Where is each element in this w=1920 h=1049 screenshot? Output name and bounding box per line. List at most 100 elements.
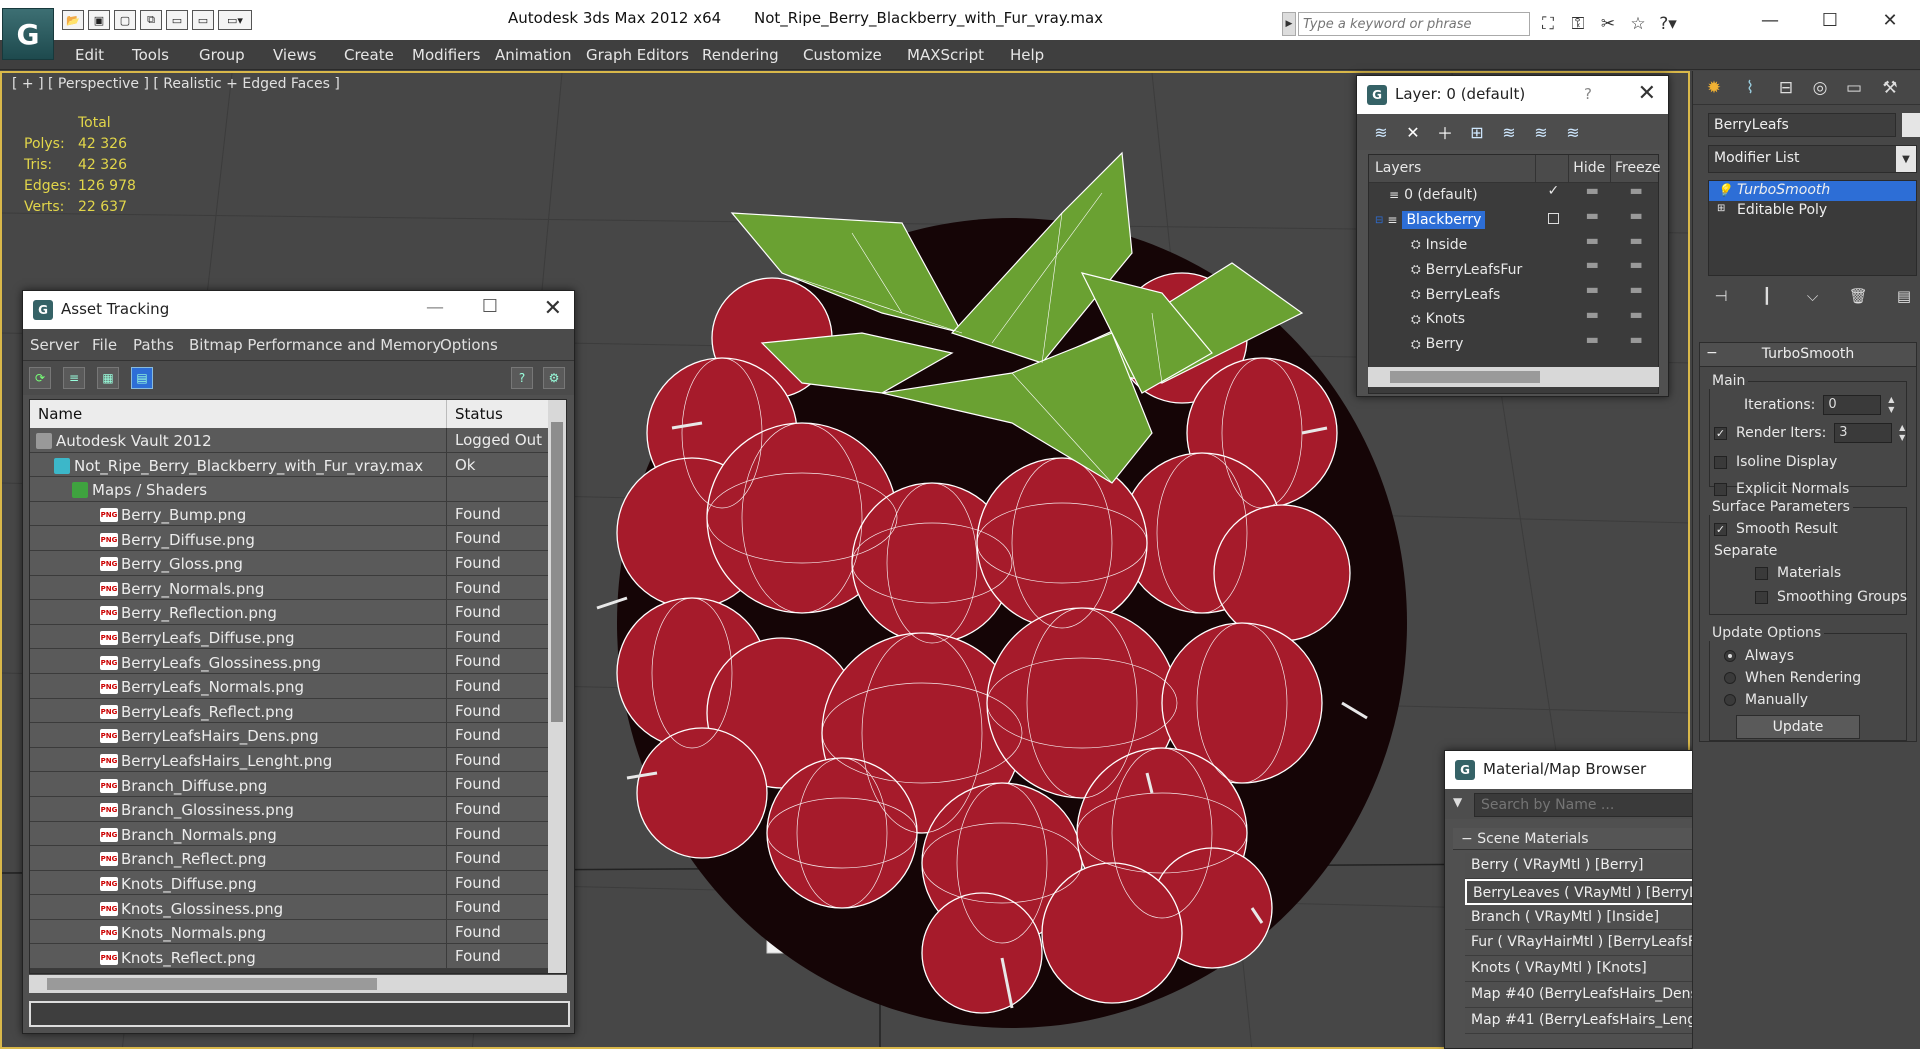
hold-icon[interactable]: ⧉ (140, 10, 162, 30)
table-row[interactable]: PNG BerryLeafsHairs_Lenght.png Found (30, 747, 566, 773)
help-icon[interactable]: ? (1584, 85, 1592, 103)
collapse-icon[interactable]: ⊟ (1375, 215, 1383, 226)
layer-row[interactable]: ⛭ Knots ▬ ▬ (1369, 307, 1658, 332)
column-freeze[interactable]: Freeze (1611, 155, 1661, 182)
menu-rendering[interactable]: Rendering (702, 46, 779, 64)
configure-sets-icon[interactable]: ▤ (1891, 287, 1917, 309)
freeze-toggle[interactable]: ▬ (1614, 307, 1658, 332)
menu-tools[interactable]: Tools (132, 46, 169, 64)
column-layers[interactable]: Layers (1369, 155, 1536, 182)
redo-icon[interactable]: ▭ (192, 10, 214, 30)
hide-toggle[interactable]: ▬ (1570, 282, 1614, 307)
smooth-result-checkbox[interactable]: ✓ (1714, 522, 1727, 536)
collapse-icon[interactable]: − (1461, 831, 1473, 847)
layer-row[interactable]: ⛭ BerryLeafs ▬ ▬ (1369, 282, 1658, 307)
table-row[interactable]: Not_Ripe_Berry_Blackberry_with_Fur_vray.… (30, 452, 566, 478)
infocenter-search-input[interactable] (1298, 12, 1530, 36)
scroll-thumb[interactable] (551, 422, 563, 722)
open-folder-icon[interactable]: 📂 (62, 10, 84, 30)
hierarchy-tab-icon[interactable]: ⊟ (1773, 75, 1799, 101)
expand-icon[interactable]: ⊞ (1717, 203, 1725, 214)
freeze-toggle[interactable]: ▬ (1614, 233, 1658, 258)
hide-toggle[interactable]: ▬ (1570, 233, 1614, 258)
menu-bitmap-performance[interactable]: Bitmap Performance and Memory (189, 336, 441, 354)
always-radio[interactable] (1724, 650, 1736, 662)
hide-all-icon[interactable]: ≋ (1529, 121, 1553, 143)
stack-item-turbosmooth[interactable]: 💡 TurboSmooth (1709, 181, 1916, 201)
freeze-toggle[interactable]: ▬ (1614, 282, 1658, 307)
table-row[interactable]: PNG BerryLeafs_Diffuse.png Found (30, 624, 566, 650)
add-to-layer-icon[interactable]: ＋ (1433, 121, 1457, 143)
menu-help[interactable]: Help (1010, 46, 1044, 64)
freeze-toggle[interactable]: ▬ (1614, 208, 1658, 233)
help-icon[interactable]: ?▾ (1656, 12, 1680, 36)
column-status[interactable]: Status (447, 400, 550, 428)
layer-row[interactable]: ⛭ Inside ▬ ▬ (1369, 233, 1658, 258)
scroll-thumb[interactable] (47, 978, 377, 990)
materials-checkbox[interactable] (1755, 566, 1768, 580)
when-rendering-radio[interactable] (1724, 672, 1736, 684)
table-row[interactable]: PNG BerryLeafsHairs_Dens.png Found (30, 723, 566, 748)
save-icon[interactable]: ▣ (88, 10, 110, 30)
table-row[interactable]: Autodesk Vault 2012 Logged Out ... (30, 428, 566, 453)
table-row[interactable]: PNG BerryLeafs_Reflect.png Found (30, 698, 566, 724)
asset-vertical-scrollbar[interactable] (548, 400, 566, 973)
table-row[interactable]: PNG Branch_Diffuse.png Found (30, 772, 566, 797)
freeze-toggle[interactable]: ▬ (1614, 183, 1658, 208)
highlight-layer-icon[interactable]: ≋ (1497, 121, 1521, 143)
hide-toggle[interactable]: ▬ (1570, 208, 1614, 233)
layer-row[interactable]: ⛭ BerryLeafsFur ▬ ▬ (1369, 257, 1658, 282)
delete-layer-icon[interactable]: ✕ (1401, 121, 1425, 143)
smoothing-groups-checkbox[interactable] (1755, 590, 1768, 604)
refresh-icon[interactable]: ⟳ (29, 367, 51, 389)
list-view-icon[interactable]: ≡ (63, 367, 85, 389)
rollout-header[interactable]: − TurboSmooth (1700, 343, 1916, 367)
show-end-result-icon[interactable]: ┃ (1754, 287, 1780, 309)
project-folder-icon[interactable]: ▭▾ (218, 10, 252, 30)
binoculars-icon[interactable]: ⛶ (1536, 12, 1560, 36)
favorites-star-icon[interactable]: ☆ (1626, 12, 1650, 36)
modifier-list-dropdown[interactable]: Modifier List ▼ (1708, 145, 1917, 173)
table-row[interactable]: PNG Berry_Gloss.png Found (30, 550, 566, 576)
render-iters-spinner[interactable]: 3 (1834, 423, 1905, 443)
display-tab-icon[interactable]: ▭ (1841, 75, 1867, 101)
table-view-icon[interactable]: ▤ (131, 367, 153, 389)
undo-icon[interactable]: ▭ (166, 10, 188, 30)
communication-center-icon[interactable]: ✂ (1596, 12, 1620, 36)
asset-horizontal-scrollbar[interactable] (29, 975, 567, 993)
menu-options[interactable]: Options (440, 336, 498, 354)
minimize-icon[interactable]: — (1740, 0, 1800, 40)
select-objects-icon[interactable]: ⊞ (1465, 121, 1489, 143)
freeze-all-icon[interactable]: ≋ (1561, 121, 1585, 143)
menu-server[interactable]: Server (30, 336, 79, 354)
motion-tab-icon[interactable]: ◎ (1807, 75, 1833, 101)
layer-row[interactable]: ⊟ ≡ Blackberry ▬ ▬ (1369, 208, 1658, 233)
layer-row[interactable]: ≡ 0 (default) ✓ ▬ ▬ (1369, 183, 1658, 208)
table-row[interactable]: Maps / Shaders (30, 477, 566, 502)
maximize-icon[interactable]: ☐ (482, 296, 498, 317)
table-row[interactable]: PNG Branch_Reflect.png Found (30, 846, 566, 871)
table-row[interactable]: PNG BerryLeafs_Glossiness.png Found (30, 649, 566, 674)
make-unique-icon[interactable]: ⌵ (1800, 287, 1826, 309)
context-help-icon[interactable]: ⚙ (543, 367, 565, 389)
asset-tracking-titlebar[interactable]: G Asset Tracking — ☐ ✕ (23, 291, 574, 329)
modify-tab-icon[interactable]: ⌇ (1737, 75, 1763, 101)
table-row[interactable]: PNG Branch_Glossiness.png Found (30, 796, 566, 822)
current-layer-indicator[interactable] (1536, 233, 1570, 258)
layer-manager-titlebar[interactable]: G Layer: 0 (default) ? ✕ (1357, 76, 1668, 114)
freeze-toggle[interactable]: ▬ (1614, 332, 1658, 357)
current-layer-indicator[interactable] (1536, 307, 1570, 332)
layer-row[interactable]: ⛭ Berry ▬ ▬ (1369, 332, 1658, 357)
menu-create[interactable]: Create (344, 46, 394, 64)
table-row[interactable]: PNG Berry_Reflection.png Found (30, 600, 566, 625)
hide-toggle[interactable]: ▬ (1570, 183, 1614, 208)
object-name-field[interactable] (1708, 113, 1896, 137)
menu-views[interactable]: Views (273, 46, 316, 64)
table-row[interactable]: PNG Knots_Reflect.png Found (30, 944, 566, 970)
lightbulb-icon[interactable]: 💡 (1717, 183, 1732, 197)
create-layer-icon[interactable]: ≋ (1369, 121, 1393, 143)
menu-maxscript[interactable]: MAXScript (907, 46, 984, 64)
update-button[interactable]: Update (1736, 715, 1860, 739)
current-layer-indicator[interactable] (1536, 257, 1570, 282)
menu-animation[interactable]: Animation (495, 46, 571, 64)
